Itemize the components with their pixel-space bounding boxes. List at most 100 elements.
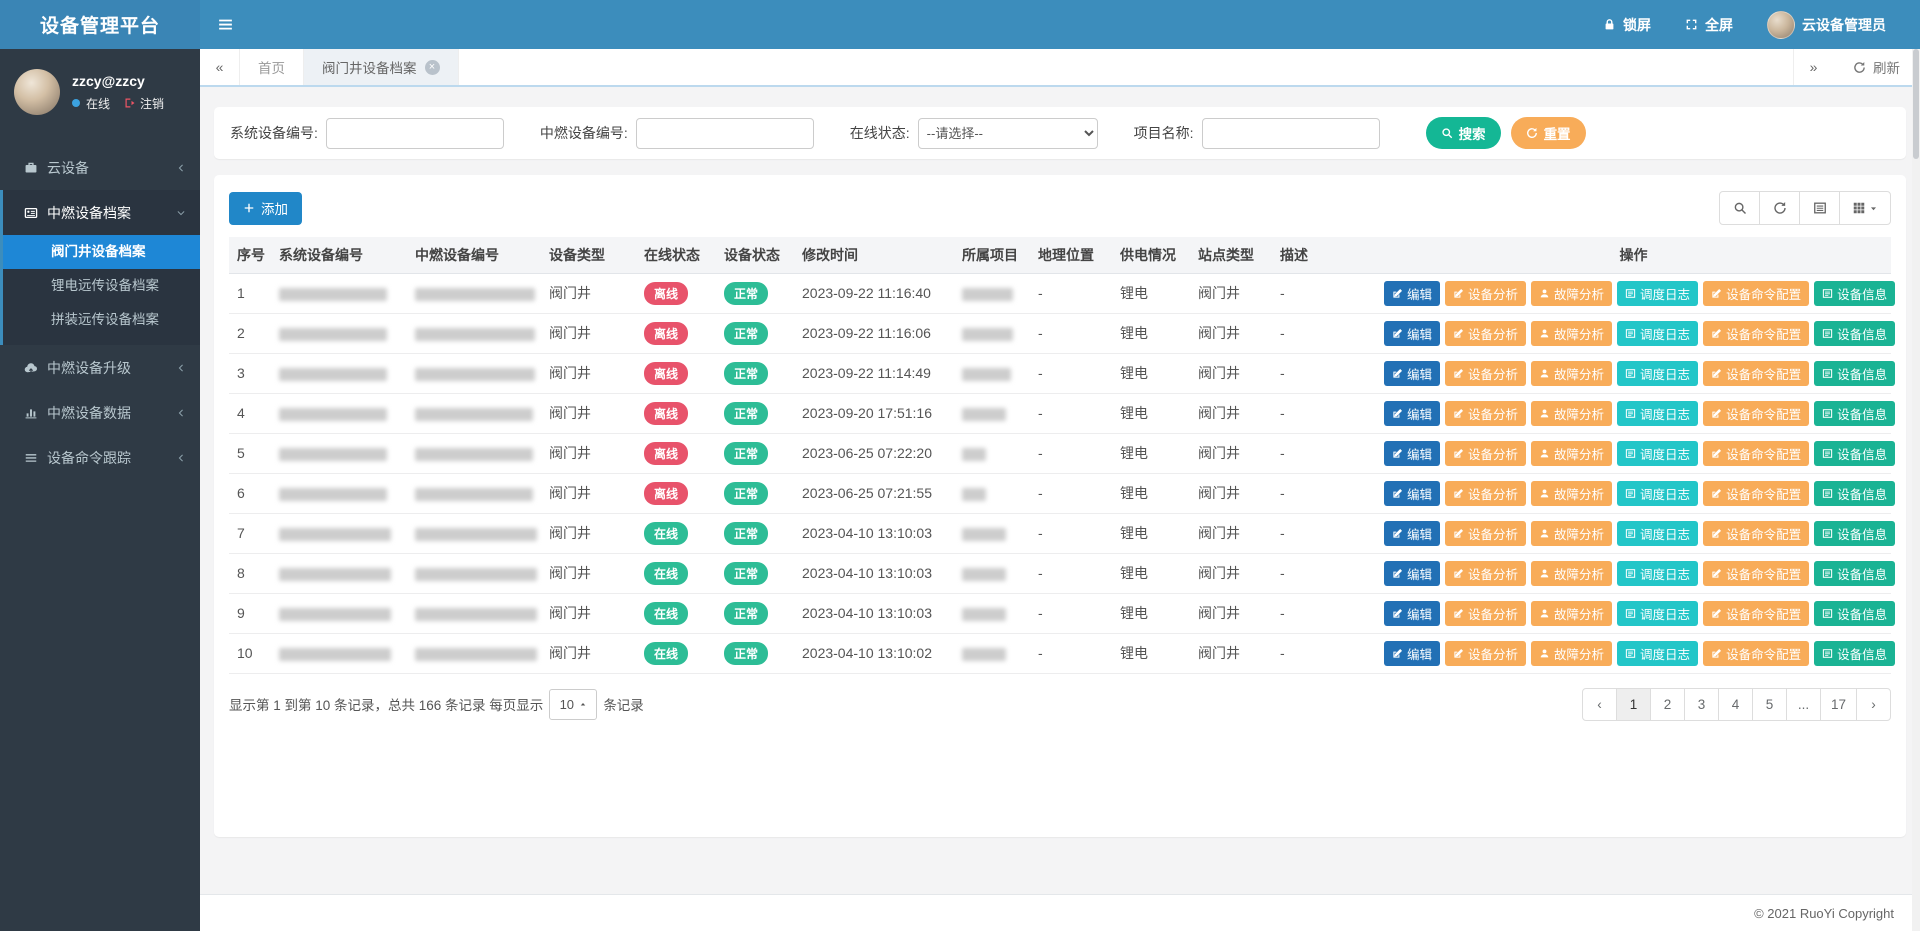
tab-refresh-button[interactable]: 刷新	[1833, 49, 1920, 85]
action-button-edit[interactable]: 设备分析	[1445, 361, 1526, 386]
page-button-3[interactable]: 3	[1684, 688, 1719, 721]
edit-button[interactable]: 编辑	[1384, 641, 1440, 666]
online-status-select[interactable]: --请选择--	[918, 118, 1098, 149]
reset-button[interactable]: 重置	[1511, 117, 1586, 149]
edit-button[interactable]: 编辑	[1384, 321, 1440, 346]
page-button-17[interactable]: 17	[1820, 688, 1857, 721]
edit-button[interactable]: 编辑	[1384, 361, 1440, 386]
action-button-edit[interactable]: 设备分析	[1445, 481, 1526, 506]
action-button-list[interactable]: 调度日志	[1617, 281, 1698, 306]
sidebar-subitem[interactable]: 锂电远传设备档案	[3, 269, 200, 303]
action-button-edit[interactable]: 设备分析	[1445, 601, 1526, 626]
table-search-toggle-button[interactable]	[1719, 191, 1760, 225]
sidebar-item[interactable]: 中燃设备升级	[0, 345, 200, 390]
page-button-2[interactable]: 2	[1650, 688, 1685, 721]
sidebar-toggle-button[interactable]	[200, 0, 250, 49]
action-button-list[interactable]: 设备信息	[1814, 361, 1895, 386]
page-size-dropdown[interactable]: 10	[549, 689, 597, 720]
action-button-list[interactable]: 调度日志	[1617, 441, 1698, 466]
edit-button[interactable]: 编辑	[1384, 441, 1440, 466]
action-button-edit[interactable]: 设备命令配置	[1703, 521, 1809, 546]
action-button-edit[interactable]: 设备命令配置	[1703, 481, 1809, 506]
action-button-edit[interactable]: 设备命令配置	[1703, 361, 1809, 386]
page-button-1[interactable]: 1	[1616, 688, 1651, 721]
sidebar-subitem[interactable]: 阀门井设备档案	[3, 235, 200, 269]
table-columns-button[interactable]	[1839, 191, 1891, 225]
lock-screen-button[interactable]: 锁屏	[1603, 15, 1651, 35]
edit-button[interactable]: 编辑	[1384, 561, 1440, 586]
action-button-user[interactable]: 故障分析	[1531, 441, 1612, 466]
sidebar-subitem[interactable]: 拼装远传设备档案	[3, 303, 200, 337]
sidebar-item[interactable]: 云设备	[0, 145, 200, 190]
action-button-list[interactable]: 设备信息	[1814, 321, 1895, 346]
action-button-edit[interactable]: 设备分析	[1445, 441, 1526, 466]
tab-active[interactable]: 阀门井设备档案×	[304, 49, 459, 85]
action-button-list[interactable]: 设备信息	[1814, 481, 1895, 506]
scrollbar-thumb[interactable]	[1913, 49, 1919, 159]
action-button-list[interactable]: 调度日志	[1617, 601, 1698, 626]
tab-item[interactable]: 首页	[240, 49, 304, 85]
action-button-edit[interactable]: 设备分析	[1445, 321, 1526, 346]
action-button-edit[interactable]: 设备分析	[1445, 281, 1526, 306]
system-device-no-input[interactable]	[326, 118, 504, 149]
edit-button[interactable]: 编辑	[1384, 601, 1440, 626]
action-button-edit[interactable]: 设备命令配置	[1703, 561, 1809, 586]
vertical-scrollbar[interactable]	[1912, 49, 1920, 931]
edit-button[interactable]: 编辑	[1384, 401, 1440, 426]
action-button-list[interactable]: 调度日志	[1617, 481, 1698, 506]
action-button-list[interactable]: 设备信息	[1814, 561, 1895, 586]
action-button-user[interactable]: 故障分析	[1531, 361, 1612, 386]
page-button-...[interactable]: ...	[1786, 688, 1821, 721]
edit-button[interactable]: 编辑	[1384, 481, 1440, 506]
action-button-list[interactable]: 设备信息	[1814, 641, 1895, 666]
tabs-scroll-left-button[interactable]: «	[200, 49, 240, 85]
project-name-input[interactable]	[1202, 118, 1380, 149]
action-button-edit[interactable]: 设备命令配置	[1703, 641, 1809, 666]
action-button-edit[interactable]: 设备命令配置	[1703, 321, 1809, 346]
zr-device-no-input[interactable]	[636, 118, 814, 149]
action-button-edit[interactable]: 设备命令配置	[1703, 601, 1809, 626]
action-button-list[interactable]: 设备信息	[1814, 601, 1895, 626]
edit-button[interactable]: 编辑	[1384, 521, 1440, 546]
action-button-edit[interactable]: 设备分析	[1445, 641, 1526, 666]
table-refresh-button[interactable]	[1759, 191, 1800, 225]
action-button-edit[interactable]: 设备命令配置	[1703, 401, 1809, 426]
action-button-list[interactable]: 设备信息	[1814, 521, 1895, 546]
sidebar-item[interactable]: 设备命令跟踪	[0, 435, 200, 480]
action-button-user[interactable]: 故障分析	[1531, 321, 1612, 346]
tab-close-icon[interactable]: ×	[425, 60, 440, 75]
action-button-edit[interactable]: 设备分析	[1445, 561, 1526, 586]
action-button-list[interactable]: 调度日志	[1617, 321, 1698, 346]
action-button-list[interactable]: 设备信息	[1814, 441, 1895, 466]
action-button-user[interactable]: 故障分析	[1531, 401, 1612, 426]
page-button-4[interactable]: 4	[1718, 688, 1753, 721]
page-button-›[interactable]: ›	[1856, 688, 1891, 721]
user-menu[interactable]: 云设备管理员	[1767, 11, 1886, 39]
sidebar-item[interactable]: 中燃设备数据	[0, 390, 200, 435]
action-button-edit[interactable]: 设备命令配置	[1703, 281, 1809, 306]
page-button-‹[interactable]: ‹	[1582, 688, 1617, 721]
logout-button[interactable]: 注销	[124, 95, 164, 112]
tabs-scroll-right-button[interactable]: »	[1793, 49, 1833, 85]
action-button-user[interactable]: 故障分析	[1531, 601, 1612, 626]
action-button-list[interactable]: 设备信息	[1814, 401, 1895, 426]
action-button-edit[interactable]: 设备分析	[1445, 521, 1526, 546]
page-button-5[interactable]: 5	[1752, 688, 1787, 721]
sidebar-item[interactable]: 中燃设备档案	[3, 190, 200, 235]
action-button-edit[interactable]: 设备命令配置	[1703, 441, 1809, 466]
action-button-user[interactable]: 故障分析	[1531, 281, 1612, 306]
action-button-edit[interactable]: 设备分析	[1445, 401, 1526, 426]
action-button-list[interactable]: 调度日志	[1617, 641, 1698, 666]
search-button[interactable]: 搜索	[1426, 117, 1501, 149]
action-button-list[interactable]: 调度日志	[1617, 561, 1698, 586]
add-button[interactable]: 添加	[229, 192, 302, 225]
table-detail-view-button[interactable]	[1799, 191, 1840, 225]
action-button-user[interactable]: 故障分析	[1531, 641, 1612, 666]
action-button-user[interactable]: 故障分析	[1531, 481, 1612, 506]
action-button-list[interactable]: 调度日志	[1617, 401, 1698, 426]
action-button-user[interactable]: 故障分析	[1531, 521, 1612, 546]
action-button-user[interactable]: 故障分析	[1531, 561, 1612, 586]
edit-button[interactable]: 编辑	[1384, 281, 1440, 306]
action-button-list[interactable]: 调度日志	[1617, 521, 1698, 546]
fullscreen-button[interactable]: 全屏	[1685, 15, 1733, 35]
